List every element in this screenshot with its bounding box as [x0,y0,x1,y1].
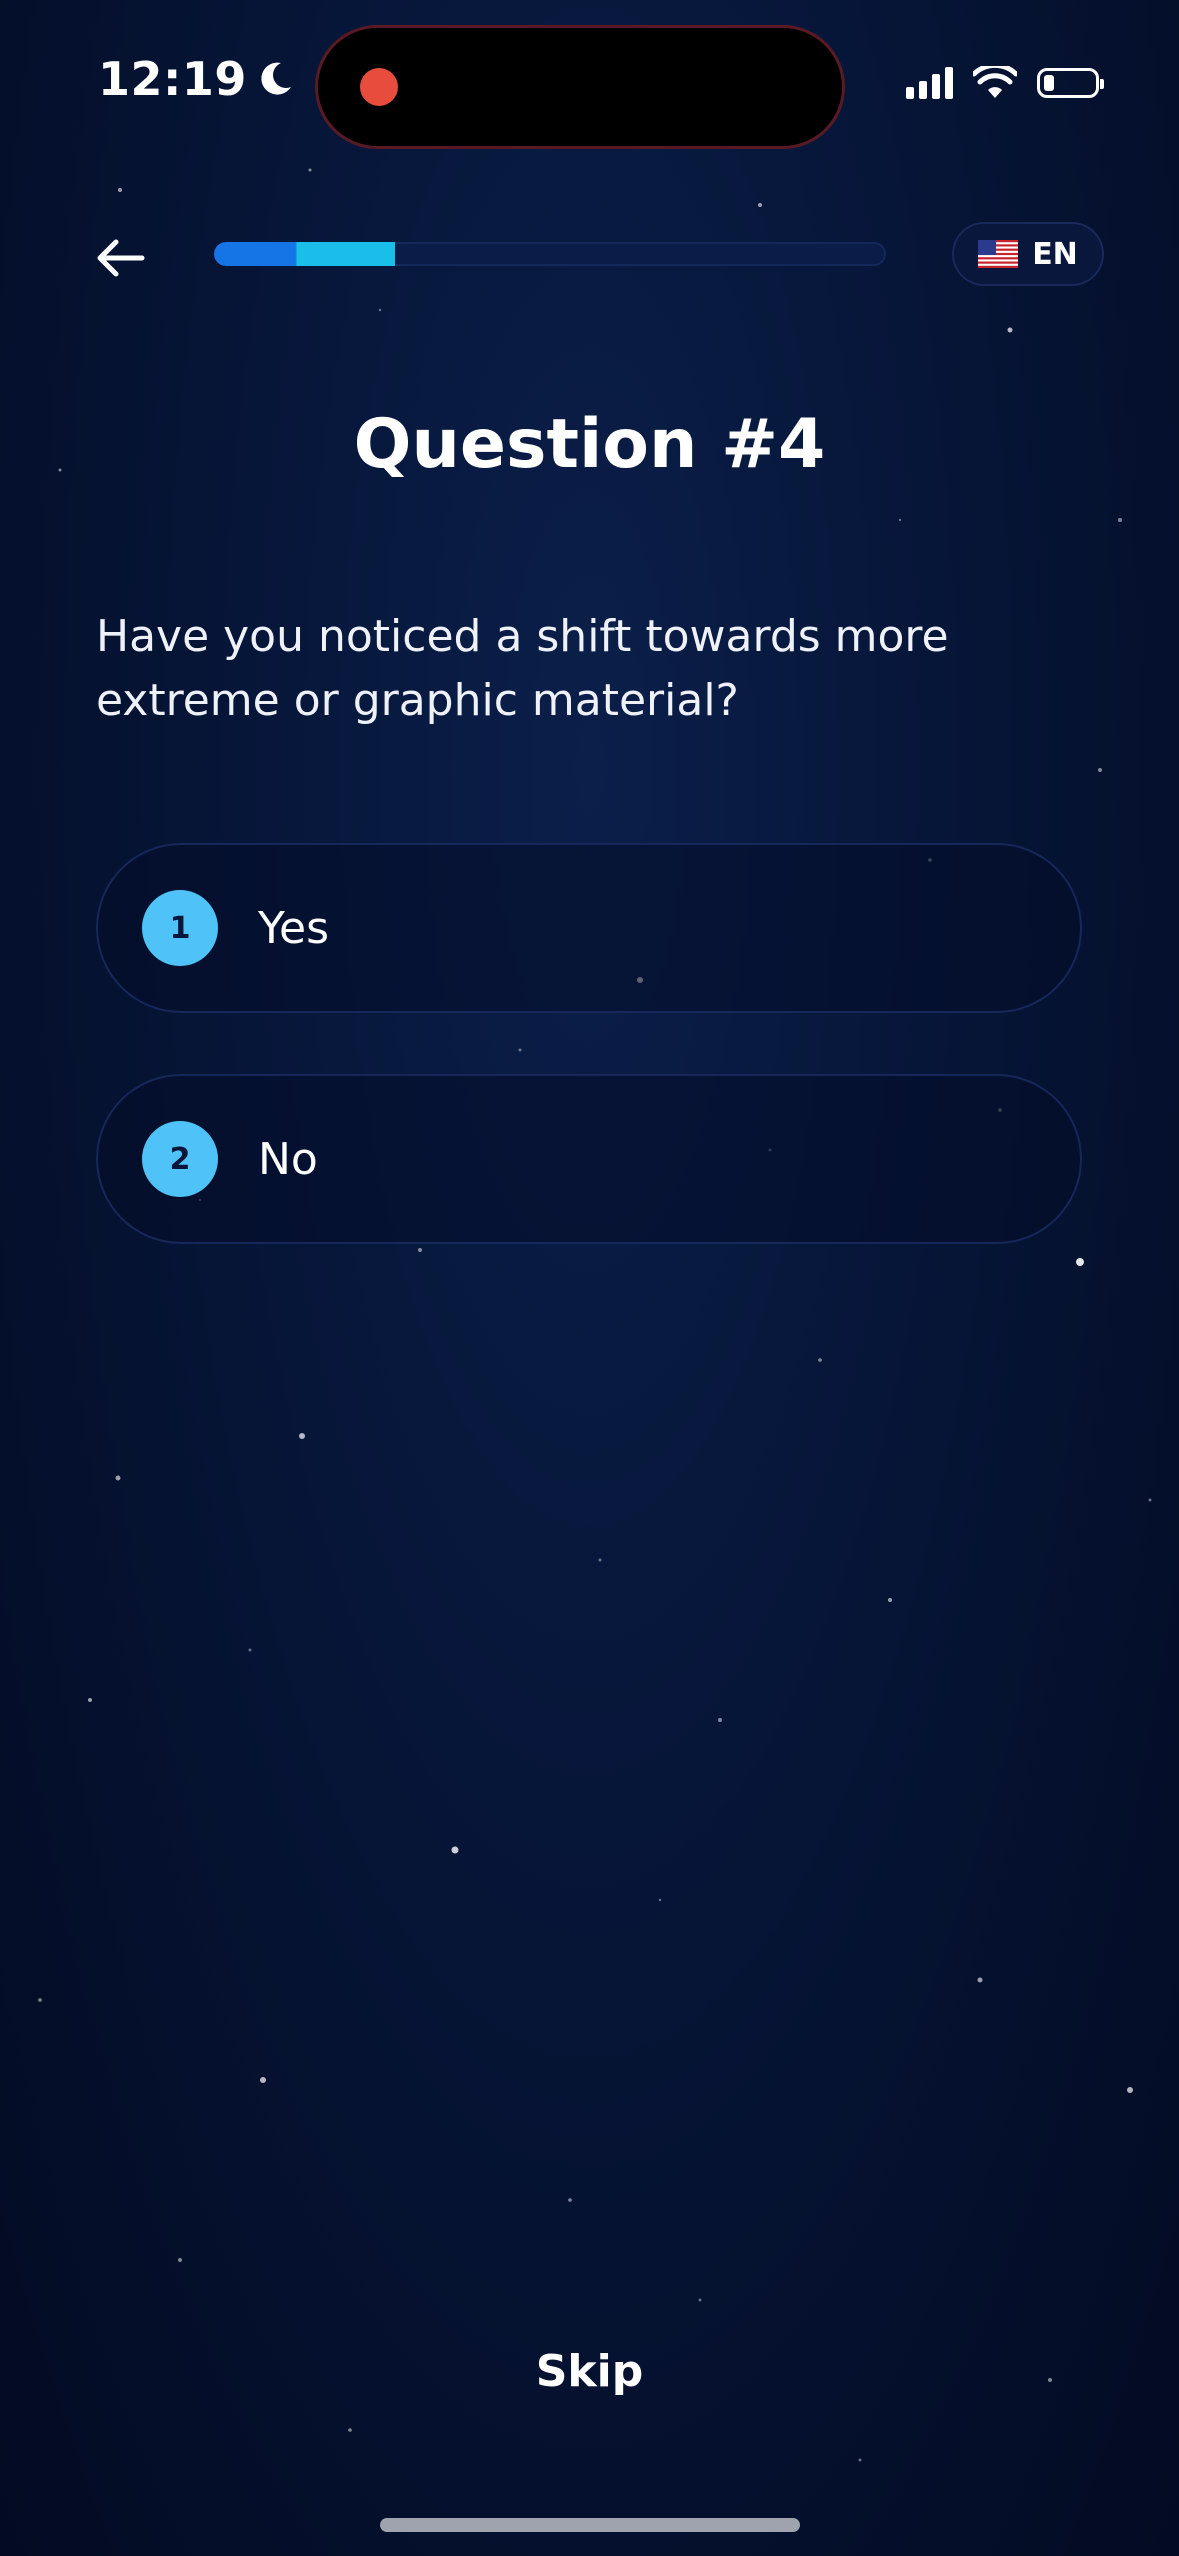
option-label: No [258,1133,318,1185]
status-time-text: 12:19 [98,52,247,106]
signal-bars-icon [906,67,953,99]
status-icons [906,66,1104,100]
arrow-left-icon [97,239,145,277]
language-selector[interactable]: EN [952,222,1104,286]
moon-icon [261,62,291,95]
status-time: 12:19 [98,52,295,106]
skip-button[interactable]: Skip [0,2346,1179,2397]
answer-option-no[interactable]: 2 No [96,1074,1082,1244]
dynamic-island [318,28,842,146]
quiz-progress-fill [214,242,396,266]
battery-level [1044,75,1054,91]
language-code: EN [1032,236,1078,272]
option-number-badge: 1 [142,890,218,966]
us-flag-icon [978,240,1019,268]
battery-icon [1037,68,1104,98]
option-label: Yes [258,902,330,954]
back-button[interactable] [88,226,152,290]
question-title: Question #4 [353,405,826,484]
home-indicator[interactable] [380,2518,800,2532]
wifi-icon [973,66,1017,98]
option-number-badge: 2 [142,1121,218,1197]
question-text: Have you noticed a shift towards more ex… [96,611,949,726]
answer-option-yes[interactable]: 1 Yes [96,843,1082,1013]
quiz-progress-bar [214,242,886,266]
recording-indicator [360,68,398,106]
starfield-background [38,168,1152,2462]
battery-nub [1100,79,1104,89]
